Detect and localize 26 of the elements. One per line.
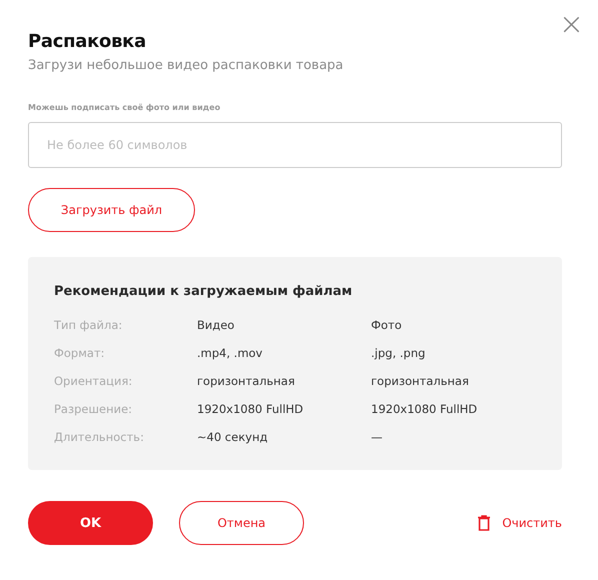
row-label: Длительность: — [54, 429, 145, 446]
row-value: — — [371, 429, 384, 446]
row-value: горизонтальная — [371, 373, 470, 390]
row-value: 1920x1080 FullHD — [197, 401, 304, 418]
row-value: горизонтальная — [197, 373, 296, 390]
row-label: Ориентация: — [54, 373, 134, 390]
field-label: Можешь подписать своё фото или видео — [28, 103, 222, 112]
row-value: .jpg, .png — [371, 345, 426, 362]
row-value: Фото — [371, 317, 403, 334]
ok-button[interactable]: OK — [28, 501, 153, 545]
caption-field[interactable]: Не более 60 символов — [28, 122, 562, 168]
row-label: Разрешение: — [54, 401, 134, 418]
cancel-button[interactable]: Отмена — [179, 501, 304, 545]
dialog-subtitle: Загрузи небольшое видео распаковки товара — [28, 58, 344, 73]
row-label: Тип файла: — [54, 317, 124, 334]
row-label: Формат: — [54, 345, 106, 362]
close-button[interactable]: × — [558, 10, 584, 40]
row-value: ~40 секунд — [197, 429, 269, 446]
row-value: 1920x1080 FullHD — [371, 401, 478, 418]
row-value: .mp4, .mov — [197, 345, 264, 362]
trash-icon — [478, 515, 490, 531]
row-value: Видео — [197, 317, 236, 334]
upload-button[interactable]: Загрузить файл — [28, 188, 195, 232]
recommendations-title: Рекомендации к загружаемым файлам — [54, 284, 354, 299]
clear-button[interactable]: Очистить — [478, 515, 562, 531]
dialog-title: Распаковка — [28, 31, 147, 52]
